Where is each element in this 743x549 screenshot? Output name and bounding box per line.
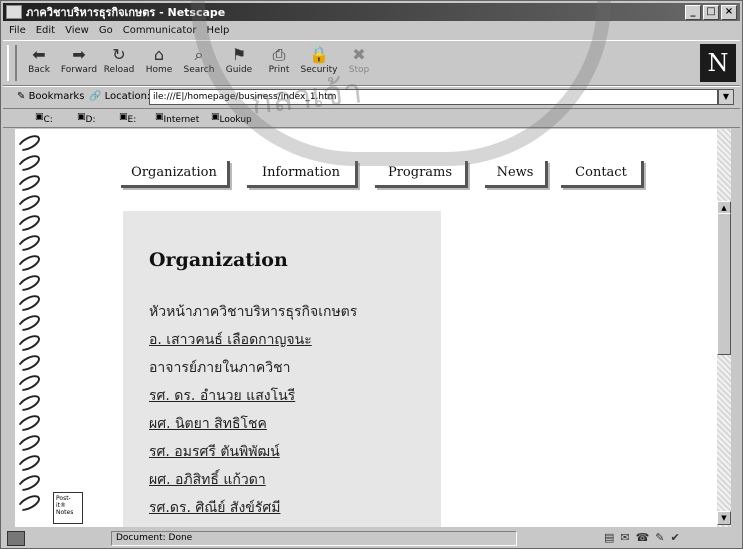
toolbar-grip[interactable] bbox=[7, 45, 17, 81]
status-message: Document: Done bbox=[111, 531, 517, 546]
browser-window: ภาควิชาบริหารธุรกิจเกษตร - Netscape _ □ … bbox=[0, 0, 743, 549]
page-title: Organization bbox=[149, 249, 288, 271]
navigation-toolbar: ⬅ Back ➡ Forward ↻ Reload ⌂ Home ⌕ Search ⚑ Gu… bbox=[3, 40, 740, 86]
menu-go[interactable]: Go bbox=[99, 25, 113, 36]
organization-panel: Organization หัวหน้าภาควิชาบริหารธุรกิจเ… bbox=[123, 211, 441, 527]
personal-toolbar: ▣ C: ▣ D: ▣ E: ▣ Internet ▣ Lookup bbox=[3, 109, 740, 128]
minimize-button[interactable]: _ bbox=[685, 5, 701, 20]
spiral-ring bbox=[15, 432, 43, 454]
guide-button[interactable]: ⚑ Guide bbox=[219, 43, 259, 83]
postit-notes-icon[interactable]: Post-it® Notes bbox=[53, 492, 83, 524]
bookmark-icon: ✎ bbox=[17, 91, 29, 102]
staff-link[interactable]: อ. เสาวคนธ์ เลือดกาญจนะ bbox=[149, 329, 312, 351]
spiral-ring bbox=[15, 452, 43, 474]
bookmark-c[interactable]: ▣ C: bbox=[35, 112, 53, 125]
home-button[interactable]: ⌂ Home bbox=[139, 43, 179, 83]
menu-view[interactable]: View bbox=[65, 25, 89, 36]
menu-help[interactable]: Help bbox=[207, 25, 230, 36]
menu-edit[interactable]: Edit bbox=[36, 25, 55, 36]
nav-tab-information[interactable]: Information bbox=[247, 161, 358, 188]
bookmark-lookup[interactable]: ▣ Lookup bbox=[211, 112, 252, 125]
menu-communicator[interactable]: Communicator bbox=[123, 25, 197, 36]
spiral-ring bbox=[15, 212, 43, 234]
spiral-ring bbox=[15, 492, 43, 514]
security-button[interactable]: 🔒 Security bbox=[299, 43, 339, 83]
spiral-ring bbox=[15, 472, 43, 494]
bookmarks-button[interactable]: ✎ Bookmarks bbox=[17, 91, 84, 102]
back-arrow-icon: ⬅ bbox=[32, 45, 46, 64]
staff-link[interactable]: ผศ. นิตยา สิทธิโชค bbox=[149, 413, 267, 435]
location-toolbar: ✎ Bookmarks 🔗 Location: ile:///E|/homepa… bbox=[3, 86, 740, 109]
spiral-ring bbox=[15, 152, 43, 174]
title-bar[interactable]: ภาควิชาบริหารธุรกิจเกษตร - Netscape _ □ … bbox=[3, 3, 740, 21]
spiral-ring bbox=[15, 132, 43, 154]
spiral-ring bbox=[15, 272, 43, 294]
nav-tab-programs[interactable]: Programs bbox=[375, 161, 468, 188]
close-button[interactable]: × bbox=[721, 5, 737, 20]
staff-link[interactable]: รศ. ดร. อำนวย แสงโนรี bbox=[149, 385, 295, 407]
scroll-thumb[interactable] bbox=[717, 213, 731, 355]
staff-link[interactable]: รศ.ดร. ศิณีย์ สังข์รัศมี bbox=[149, 497, 280, 519]
spiral-ring bbox=[15, 172, 43, 194]
page-content: Organization Information Programs News C… bbox=[15, 129, 717, 527]
security-lock-icon: 🔒 bbox=[309, 45, 329, 64]
print-button[interactable]: ⎙ Print bbox=[259, 43, 299, 83]
forward-arrow-icon: ➡ bbox=[72, 45, 86, 64]
netscape-logo[interactable]: N bbox=[700, 44, 736, 82]
home-icon: ⌂ bbox=[153, 45, 165, 64]
spiral-ring bbox=[15, 392, 43, 414]
spiral-ring bbox=[15, 352, 43, 374]
maximize-button[interactable]: □ bbox=[703, 5, 719, 20]
spiral-ring bbox=[15, 292, 43, 314]
print-icon: ⎙ bbox=[272, 45, 286, 64]
location-icon: 🔗 bbox=[89, 91, 105, 102]
status-bar: Document: Done ▤✉☎✎✔ bbox=[3, 529, 740, 547]
security-status-icon[interactable] bbox=[7, 531, 25, 546]
back-button[interactable]: ⬅ Back bbox=[19, 43, 59, 83]
spiral-ring bbox=[15, 192, 43, 214]
vertical-scrollbar[interactable]: ▲ ▼ bbox=[717, 129, 731, 527]
spiral-ring bbox=[15, 312, 43, 334]
forward-button[interactable]: ➡ Forward bbox=[59, 43, 99, 83]
url-dropdown-icon[interactable]: ▼ bbox=[718, 89, 734, 105]
scroll-down-arrow-icon[interactable]: ▼ bbox=[717, 511, 731, 525]
component-bar-icons[interactable]: ▤✉☎✎✔ bbox=[604, 531, 734, 544]
bookmark-e[interactable]: ▣ E: bbox=[119, 112, 136, 125]
nav-tab-contact[interactable]: Contact bbox=[561, 161, 644, 188]
staff-link[interactable]: รศ. อมรศรี ตันพิพัฒน์ bbox=[149, 441, 280, 463]
spiral-ring bbox=[15, 252, 43, 274]
search-button[interactable]: ⌕ Search bbox=[179, 43, 219, 83]
menu-file[interactable]: File bbox=[9, 25, 26, 36]
section-label: หัวหน้าภาควิชาบริหารธุรกิจเกษตร bbox=[149, 304, 358, 320]
window-title: ภาควิชาบริหารธุรกิจเกษตร - Netscape bbox=[26, 6, 226, 19]
nav-tab-organization[interactable]: Organization bbox=[121, 161, 230, 188]
bookmark-d[interactable]: ▣ D: bbox=[77, 112, 95, 125]
stop-icon: ✖ bbox=[352, 45, 366, 64]
staff-link[interactable]: ผศ. อภิสิทธิ์ แก้วดา bbox=[149, 469, 266, 491]
netscape-icon bbox=[6, 5, 22, 19]
menu-bar: File Edit View Go Communicator Help bbox=[3, 22, 740, 38]
spiral-ring bbox=[15, 412, 43, 434]
spiral-ring bbox=[15, 232, 43, 254]
spiral-binding bbox=[15, 129, 43, 527]
bookmark-internet[interactable]: ▣ Internet bbox=[155, 112, 199, 125]
stop-button[interactable]: ✖ Stop bbox=[339, 43, 379, 83]
url-field[interactable]: ile:///E|/homepage/business/index_1.htm bbox=[149, 89, 718, 105]
reload-button[interactable]: ↻ Reload bbox=[99, 43, 139, 83]
reload-icon: ↻ bbox=[112, 45, 126, 64]
search-icon: ⌕ bbox=[194, 45, 204, 64]
spiral-ring bbox=[15, 332, 43, 354]
guide-icon: ⚑ bbox=[231, 45, 247, 64]
spiral-ring bbox=[15, 372, 43, 394]
nav-tab-news[interactable]: News bbox=[485, 161, 548, 188]
section-label: อาจารย์ภายในภาควิชา bbox=[149, 360, 291, 376]
location-label: 🔗 Location: bbox=[89, 91, 151, 102]
